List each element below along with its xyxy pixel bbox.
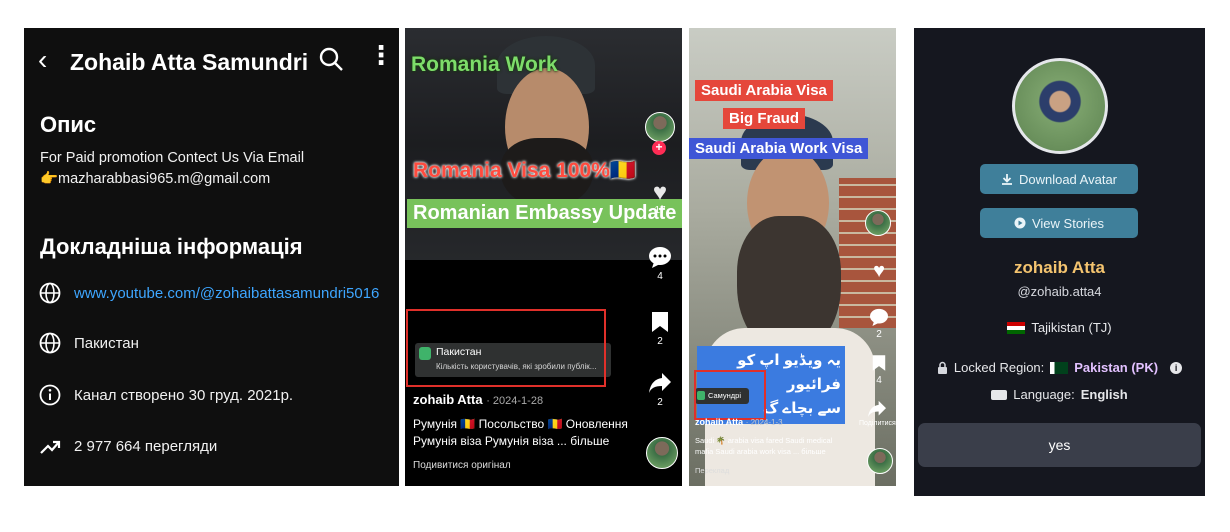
username-handle: @zohaib.atta4: [1017, 284, 1102, 299]
share-button[interactable]: 2: [645, 372, 675, 408]
view-stories-label: View Stories: [1031, 215, 1104, 231]
author-line[interactable]: zohaib Atta · 2024-1-3: [695, 417, 783, 427]
tiktok-video-panel-1: Romania Work Romania Visa 100%🇷🇴 Romania…: [405, 28, 682, 486]
overlay-romania-work: Romania Work: [411, 53, 558, 76]
highlight-box: [694, 370, 766, 420]
caption-line-1: Румунія 🇷🇴 Посольство 🇷🇴 Оновлення: [413, 417, 628, 431]
bookmark-icon: [872, 355, 886, 371]
country-value: Tajikistan (TJ): [1031, 320, 1112, 335]
share-button[interactable]: Поділитися: [859, 400, 896, 427]
translate-link[interactable]: Переклад: [695, 466, 729, 475]
caption-line-2[interactable]: mafia Saudi arabia work visa ... більше: [695, 447, 826, 456]
overlay-romania-visa: Romania Visa 100%🇷🇴: [413, 159, 637, 182]
created-label: Канал створено 30 груд. 2021р.: [74, 386, 294, 404]
about-line-1: For Paid promotion Contect Us Via Email: [40, 150, 305, 166]
download-icon: [1001, 174, 1012, 185]
channel-link[interactable]: www.youtube.com/@zohaibattasamundri5016: [74, 285, 379, 302]
trending-icon: [38, 434, 62, 458]
overlay-big-fraud: Big Fraud: [723, 108, 805, 129]
heart-icon: ♥: [873, 260, 885, 282]
author-line[interactable]: zohaib Atta · 2024-1-28: [413, 392, 543, 407]
post-date: · 2024-1-3: [745, 418, 783, 427]
comment-count: 2: [876, 329, 882, 340]
top-bar: ‹ Zohaib Atta Samundri ⋮: [24, 40, 399, 80]
views-row: 2 977 664 перегляди: [38, 431, 217, 461]
caption-line-2[interactable]: Румунія віза Румунія віза ... більше: [413, 434, 609, 448]
locked-region-label: Locked Region:: [953, 360, 1045, 375]
channel-name: Zohaib Atta Samundri: [70, 49, 309, 75]
author-name[interactable]: zohaib Atta: [695, 417, 743, 427]
tajikistan-flag-icon: [1007, 321, 1026, 334]
globe-icon: [38, 281, 62, 305]
comment-button[interactable]: 4: [645, 246, 675, 282]
overlay-saudi-visa: Saudi Arabia Visa: [695, 80, 833, 101]
info-icon[interactable]: i: [1170, 361, 1183, 374]
comment-icon: [870, 308, 888, 326]
about-line-2: 👉mazharabbasi965.m@gmail.com: [40, 171, 271, 187]
answer-box: yes: [918, 423, 1201, 467]
locked-region-value: Pakistan (PK): [1074, 360, 1159, 375]
views-label: 2 977 664 перегляди: [74, 437, 218, 455]
more-info-title: Докладніша інформація: [40, 234, 303, 259]
answer-text: yes: [1048, 437, 1071, 453]
profile-viewer-panel: Download Avatar View Stories zohaib Atta…: [914, 28, 1205, 496]
comment-icon: [649, 247, 671, 268]
about-title: Опис: [40, 112, 97, 137]
view-original-link[interactable]: Подивитися оригінал: [413, 460, 511, 471]
creator-avatar[interactable]: [645, 112, 675, 142]
channel-link-row[interactable]: www.youtube.com/@zohaibattasamundri5016: [38, 278, 379, 308]
youtube-channel-panel: ‹ Zohaib Atta Samundri ⋮ Опис For Paid p…: [24, 28, 399, 486]
caption-line-1: Saudi 🌴 arabia visa fared Saudi medical: [695, 436, 833, 445]
save-count: 2: [657, 336, 663, 347]
globe-icon: [38, 331, 62, 355]
language-icon: [991, 389, 1008, 400]
more-vert-icon[interactable]: ⋮: [368, 42, 394, 68]
country-row: Пакистан: [38, 328, 139, 358]
music-disc-avatar[interactable]: [646, 437, 678, 469]
save-button[interactable]: 2: [645, 311, 675, 347]
country-label: Пакистан: [74, 334, 139, 352]
comment-button[interactable]: 2: [867, 308, 891, 340]
like-button[interactable]: ♥ 17: [645, 179, 675, 217]
lock-icon: [937, 361, 947, 374]
highlight-box: [406, 309, 606, 387]
brick-wall: [839, 178, 896, 328]
share-count: 2: [657, 397, 663, 408]
locked-region-row: Locked Region: Pakistan (PK) i: [914, 360, 1205, 375]
bookmark-icon: [652, 312, 668, 332]
author-name[interactable]: zohaib Atta: [413, 392, 483, 407]
share-icon: [868, 400, 886, 418]
heart-icon: ♥: [652, 179, 668, 206]
post-date: · 2024-1-28: [486, 395, 544, 407]
download-avatar-label: Download Avatar: [1018, 171, 1118, 187]
language-value: English: [1080, 387, 1128, 402]
overlay-saudi-work-visa: Saudi Arabia Work Visa: [689, 138, 869, 159]
music-disc-avatar[interactable]: [867, 448, 893, 474]
save-count: 4: [876, 375, 882, 386]
language-label: Language:: [1013, 387, 1075, 402]
download-avatar-button[interactable]: Download Avatar: [980, 164, 1138, 194]
creator-avatar[interactable]: [865, 210, 891, 236]
save-button[interactable]: 4: [867, 354, 891, 386]
follow-plus-icon[interactable]: +: [652, 141, 666, 155]
comment-count: 4: [657, 271, 663, 282]
search-icon[interactable]: [318, 46, 344, 77]
view-stories-button[interactable]: View Stories: [980, 208, 1138, 238]
display-name: zohaib Atta: [1014, 258, 1105, 277]
tiktok-video-panel-2: Saudi Arabia Visa Big Fraud Saudi Arabia…: [689, 28, 896, 486]
overlay-embassy-update: Romanian Embassy Update: [407, 199, 682, 228]
share-icon: [649, 373, 671, 393]
info-icon: [38, 383, 62, 407]
play-circle-icon: [1014, 217, 1026, 229]
created-row: Канал створено 30 груд. 2021р.: [38, 380, 293, 410]
like-button[interactable]: ♥: [867, 261, 891, 281]
language-row: Language: English: [914, 387, 1205, 402]
chevron-left-icon[interactable]: ‹: [38, 44, 47, 76]
pakistan-flag-icon: [1050, 361, 1069, 374]
like-count: 17: [654, 205, 666, 216]
share-label: Поділитися: [859, 420, 896, 427]
profile-avatar: [1012, 58, 1108, 154]
country-row: Tajikistan (TJ): [914, 320, 1205, 335]
